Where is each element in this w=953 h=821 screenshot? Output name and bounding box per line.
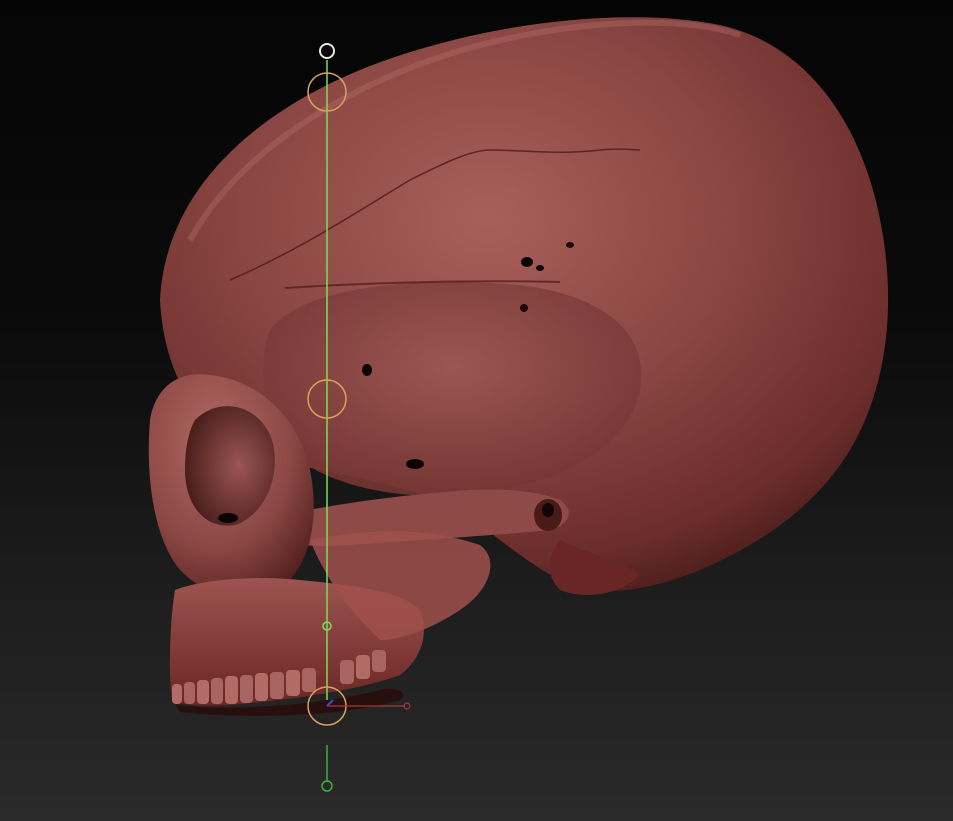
foramen-4 bbox=[362, 364, 372, 376]
skull-model[interactable] bbox=[148, 17, 889, 716]
orbit-hole bbox=[218, 513, 238, 523]
gizmo-top-handle[interactable] bbox=[319, 43, 335, 59]
foramen-3 bbox=[520, 304, 528, 312]
foramen-2 bbox=[536, 265, 544, 271]
3d-viewport[interactable] bbox=[0, 0, 953, 821]
foramen-6 bbox=[566, 242, 574, 248]
gizmo-bottom-handle[interactable] bbox=[321, 780, 333, 792]
ear-canal-inner bbox=[542, 503, 554, 517]
viewport-canvas[interactable] bbox=[0, 0, 953, 821]
foramen-5 bbox=[406, 459, 424, 469]
foramen-1 bbox=[521, 257, 533, 267]
